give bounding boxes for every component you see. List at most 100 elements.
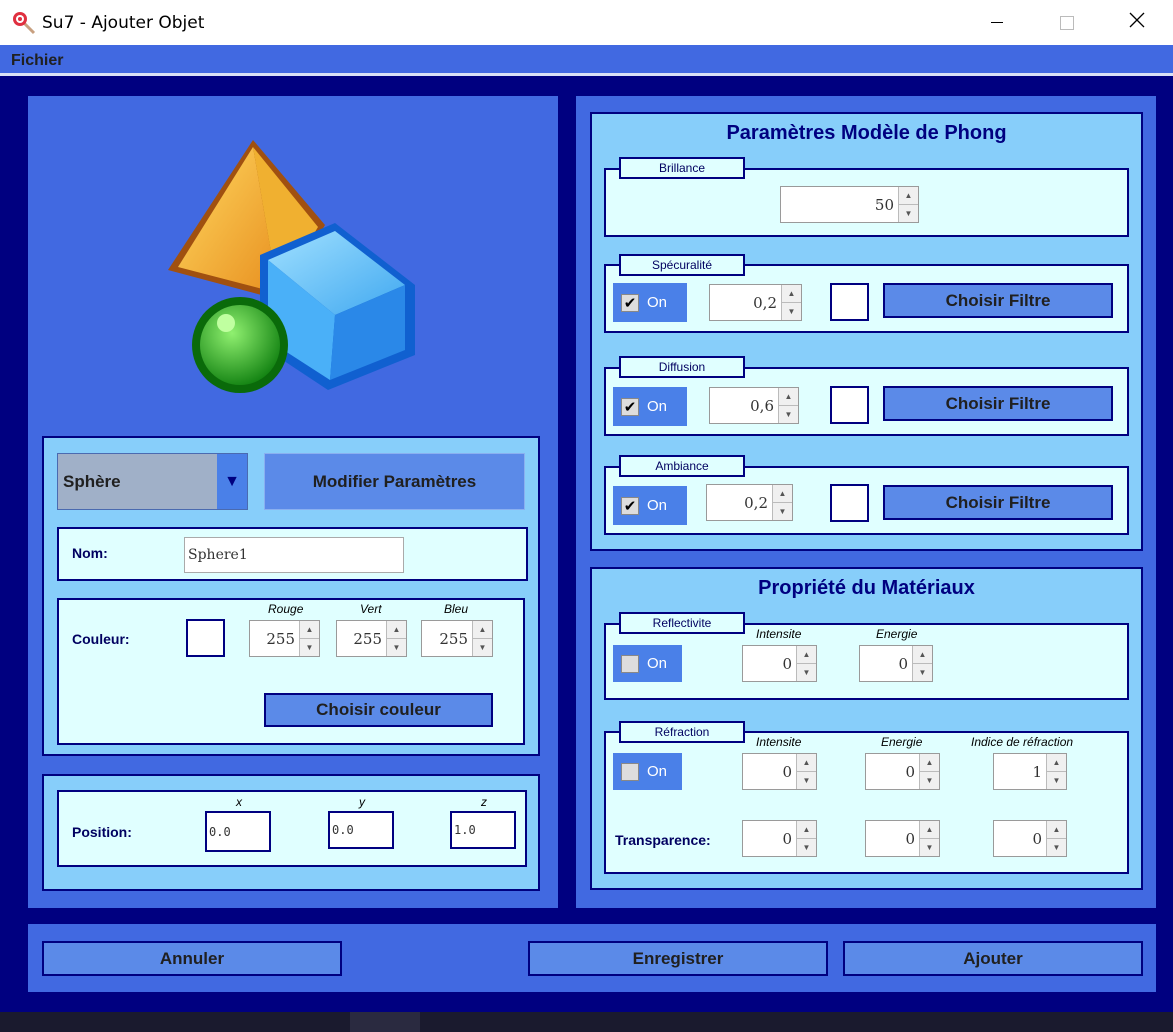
menu-fichier[interactable]: Fichier (11, 52, 63, 70)
vert-spinner[interactable]: 255 ▲ ▼ (336, 620, 407, 657)
spinner-down-icon[interactable]: ▼ (782, 302, 801, 320)
spinner-up-icon[interactable]: ▲ (300, 621, 319, 638)
transparence-3-spinner[interactable]: 0 ▲ ▼ (993, 820, 1067, 857)
reflectivite-intensite-label: Intensite (756, 627, 802, 641)
spinner-down-icon[interactable]: ▼ (797, 771, 816, 789)
position-z-input[interactable]: 1.0 (450, 811, 516, 849)
specularite-spinner[interactable]: 0,2 ▲ ▼ (709, 284, 802, 321)
reflectivite-intensite-spinner[interactable]: 0 ▲ ▼ (742, 645, 817, 682)
position-x-input[interactable]: 0.0 (205, 811, 271, 852)
spinner-up-icon[interactable]: ▲ (1047, 754, 1066, 771)
specularite-filter-swatch[interactable] (830, 283, 869, 321)
taskbar-app-button[interactable] (350, 1012, 420, 1032)
maximize-button[interactable] (1037, 0, 1097, 45)
ambiance-on-label: On (647, 497, 668, 514)
spinner-up-icon[interactable]: ▲ (782, 285, 801, 302)
spinner-down-icon[interactable]: ▼ (387, 638, 406, 656)
specularite-on-label: On (647, 294, 668, 311)
y-label: y (359, 795, 365, 809)
transparence-2-value: 0 (905, 829, 915, 848)
spinner-down-icon[interactable]: ▼ (300, 638, 319, 656)
reflectivite-legend: Reflectivite (619, 612, 745, 634)
close-button[interactable] (1107, 0, 1167, 45)
brillance-value: 50 (874, 195, 894, 214)
refraction-on-checkbox[interactable]: On (613, 753, 682, 790)
rouge-spinner[interactable]: 255 ▲ ▼ (249, 620, 320, 657)
diffusion-value: 0,6 (750, 396, 774, 415)
ambiance-spinner[interactable]: 0,2 ▲ ▼ (706, 484, 793, 521)
refraction-intensite-value: 0 (782, 762, 792, 781)
spinner-up-icon[interactable]: ▲ (797, 821, 816, 838)
nom-input[interactable]: Sphere1 (184, 537, 404, 573)
refraction-indice-spinner[interactable]: 1 ▲ ▼ (993, 753, 1067, 790)
ambiance-filter-swatch[interactable] (830, 484, 869, 522)
spinner-down-icon[interactable]: ▼ (1047, 838, 1066, 856)
add-button[interactable]: Ajouter (843, 941, 1143, 976)
spinner-up-icon[interactable]: ▲ (773, 485, 792, 502)
spinner-down-icon[interactable]: ▼ (797, 838, 816, 856)
cancel-button[interactable]: Annuler (42, 941, 342, 976)
minimize-button[interactable] (967, 0, 1027, 45)
reflectivite-on-label: On (647, 655, 668, 672)
diffusion-on-label: On (647, 398, 668, 415)
reflectivite-on-checkbox[interactable]: On (613, 645, 682, 682)
specularite-legend: Spécuralité (619, 254, 745, 276)
ambiance-on-checkbox[interactable]: ✔ On (613, 486, 687, 525)
refraction-energie-label: Energie (881, 735, 923, 749)
vert-value: 255 (353, 629, 382, 648)
spinner-up-icon[interactable]: ▲ (920, 821, 939, 838)
menu-bar (0, 45, 1173, 76)
spinner-down-icon[interactable]: ▼ (473, 638, 492, 656)
ambiance-legend: Ambiance (619, 455, 745, 477)
choose-color-button[interactable]: Choisir couleur (264, 693, 493, 727)
diffusion-on-checkbox[interactable]: ✔ On (613, 387, 687, 426)
taskbar (0, 1012, 1173, 1032)
save-button[interactable]: Enregistrer (528, 941, 828, 976)
spinner-up-icon[interactable]: ▲ (899, 187, 918, 204)
spinner-up-icon[interactable]: ▲ (920, 754, 939, 771)
spinner-down-icon[interactable]: ▼ (779, 405, 798, 423)
rouge-label: Rouge (268, 602, 304, 616)
spinner-down-icon[interactable]: ▼ (1047, 771, 1066, 789)
position-y-input[interactable]: 0.0 (328, 811, 394, 849)
spinner-down-icon[interactable]: ▼ (920, 771, 939, 789)
spinner-up-icon[interactable]: ▲ (797, 646, 816, 663)
diffusion-legend: Diffusion (619, 356, 745, 378)
app-icon (12, 11, 36, 35)
refraction-energie-spinner[interactable]: 0 ▲ ▼ (865, 753, 940, 790)
spinner-up-icon[interactable]: ▲ (473, 621, 492, 638)
vert-label: Vert (360, 602, 382, 616)
spinner-down-icon[interactable]: ▼ (773, 502, 792, 520)
spinner-up-icon[interactable]: ▲ (913, 646, 932, 663)
spinner-down-icon[interactable]: ▼ (797, 663, 816, 681)
refraction-intensite-spinner[interactable]: 0 ▲ ▼ (742, 753, 817, 790)
spinner-up-icon[interactable]: ▲ (779, 388, 798, 405)
spinner-down-icon[interactable]: ▼ (899, 204, 918, 222)
specularite-value: 0,2 (753, 293, 777, 312)
brillance-legend: Brillance (619, 157, 745, 179)
color-swatch[interactable] (186, 619, 225, 657)
transparence-2-spinner[interactable]: 0 ▲ ▼ (865, 820, 940, 857)
transparence-1-value: 0 (782, 829, 792, 848)
nom-label: Nom: (72, 545, 108, 561)
specularite-filter-button[interactable]: Choisir Filtre (883, 283, 1113, 318)
spinner-up-icon[interactable]: ▲ (387, 621, 406, 638)
bleu-spinner[interactable]: 255 ▲ ▼ (421, 620, 493, 657)
diffusion-filter-button[interactable]: Choisir Filtre (883, 386, 1113, 421)
diffusion-spinner[interactable]: 0,6 ▲ ▼ (709, 387, 799, 424)
modify-params-button[interactable]: Modifier Paramètres (264, 453, 525, 510)
spinner-up-icon[interactable]: ▲ (797, 754, 816, 771)
spinner-down-icon[interactable]: ▼ (913, 663, 932, 681)
brillance-spinner[interactable]: 50 ▲ ▼ (780, 186, 919, 223)
transparence-1-spinner[interactable]: 0 ▲ ▼ (742, 820, 817, 857)
chevron-down-icon[interactable]: ▼ (217, 454, 247, 509)
diffusion-filter-swatch[interactable] (830, 386, 869, 424)
materiaux-title: Propriété du Matériaux (758, 577, 975, 599)
shape-select[interactable]: Sphère ▼ (57, 453, 248, 510)
specularite-on-checkbox[interactable]: ✔ On (613, 283, 687, 322)
ambiance-filter-button[interactable]: Choisir Filtre (883, 485, 1113, 520)
spinner-up-icon[interactable]: ▲ (1047, 821, 1066, 838)
spinner-down-icon[interactable]: ▼ (920, 838, 939, 856)
rouge-value: 255 (266, 629, 295, 648)
reflectivite-energie-spinner[interactable]: 0 ▲ ▼ (859, 645, 933, 682)
